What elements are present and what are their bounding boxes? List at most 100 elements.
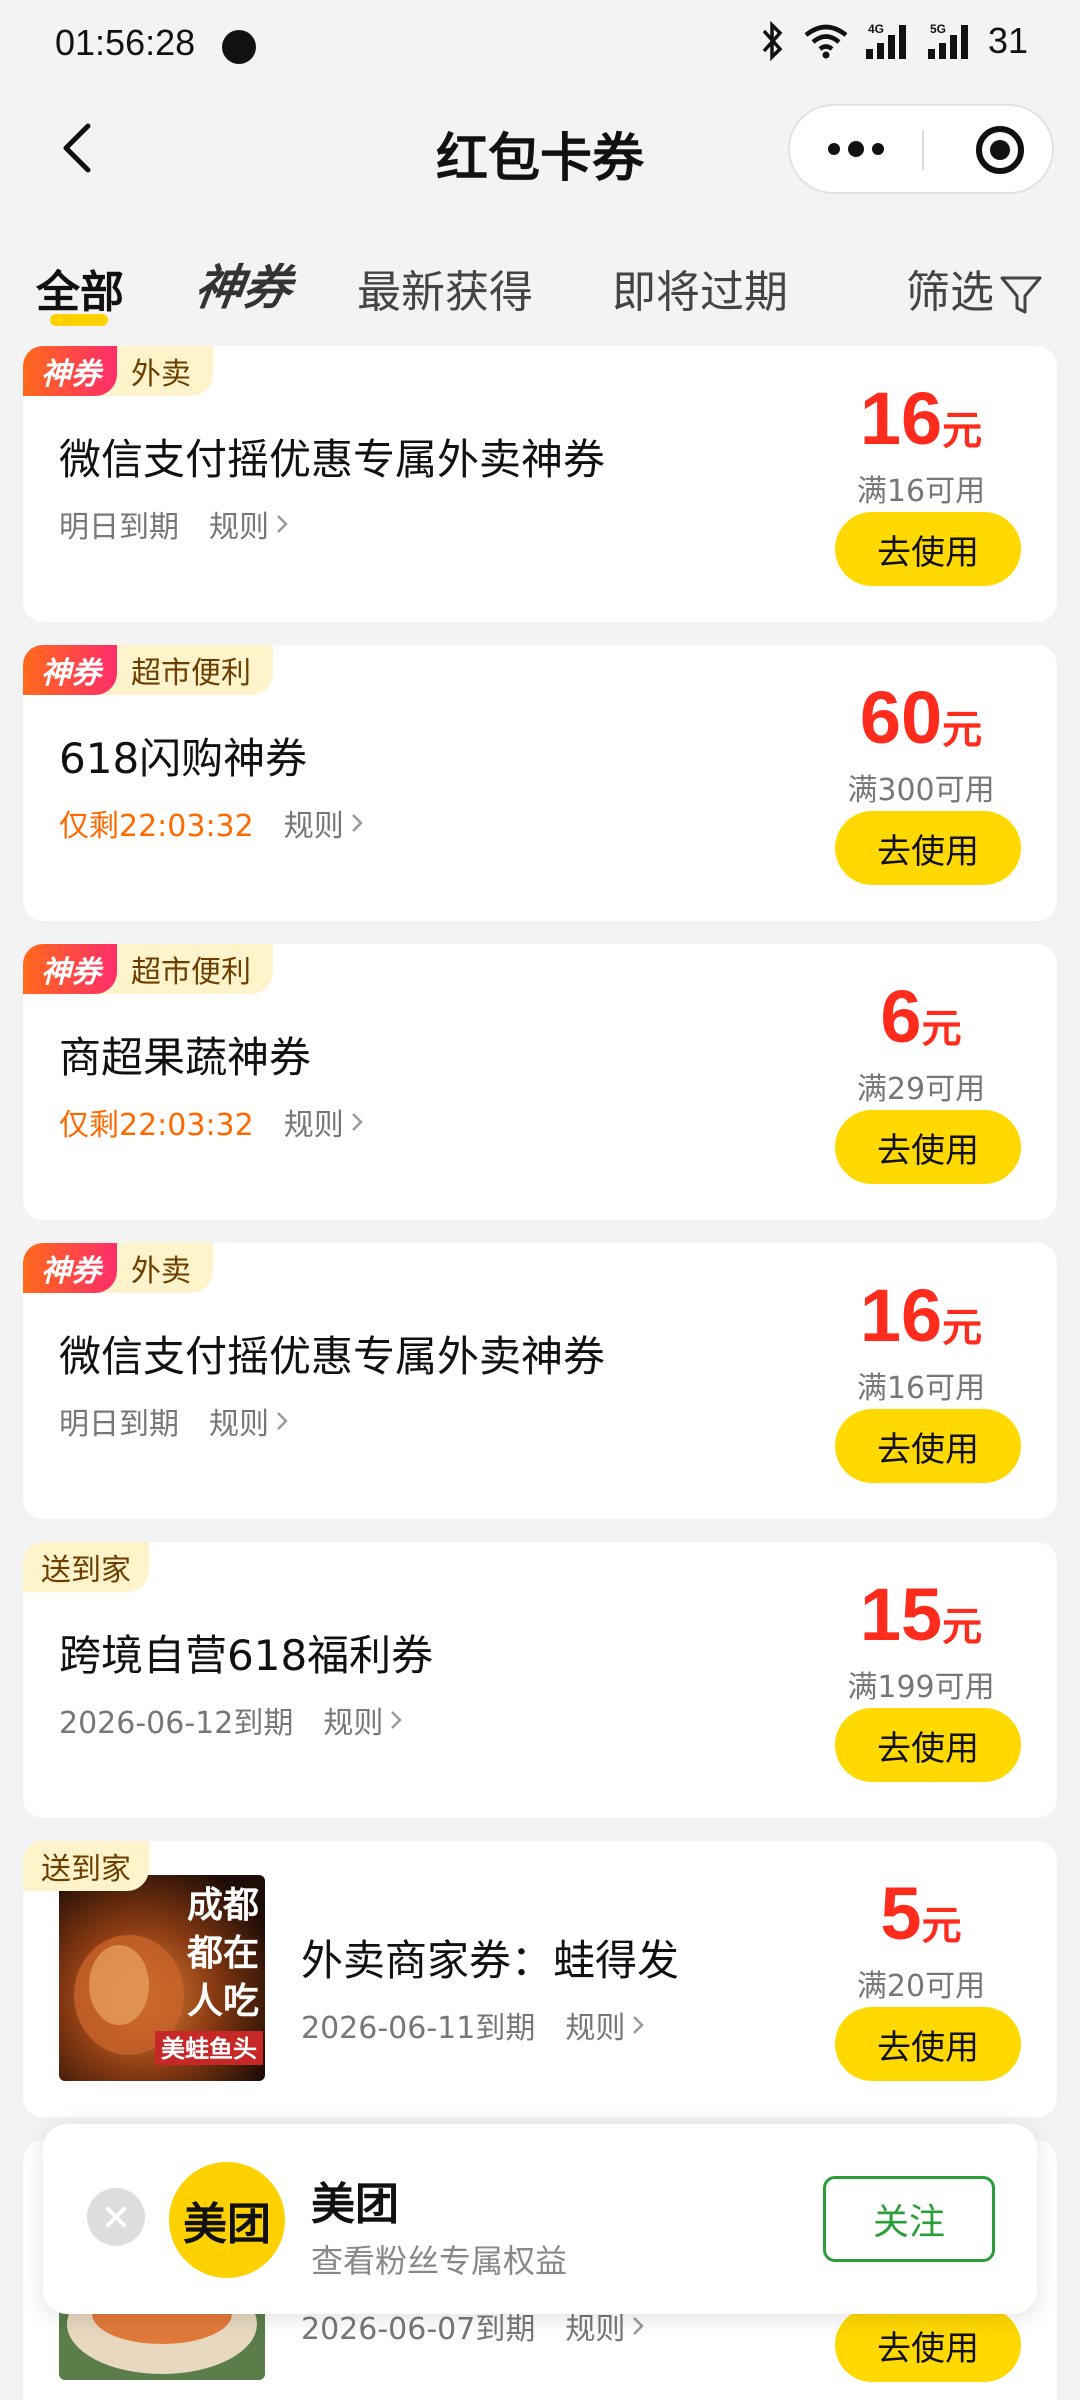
coupon-card[interactable]: 神券 外卖 微信支付摇优惠专属外卖神券 明日到期 规则 16元 满16可用 去使…: [23, 346, 1057, 622]
coupon-tags: 神券 超市便利: [23, 944, 273, 994]
use-button[interactable]: 去使用: [835, 2308, 1021, 2382]
tab-all[interactable]: 全部: [36, 256, 124, 320]
amount-unit: 元: [942, 707, 983, 753]
follow-button[interactable]: 关注: [823, 2176, 995, 2262]
coupon-tags: 神券 超市便利: [23, 645, 273, 695]
coupon-meta: 2026-06-12到期 规则: [59, 1698, 403, 1742]
amount-value: 6: [880, 975, 922, 1058]
coupon-amount: 15元: [821, 1572, 1021, 1657]
popup-description: 查看粉丝专属权益: [311, 2242, 568, 2280]
status-icons: 4G 5G 31: [758, 20, 1028, 62]
coupon-title: 618闪购神券: [59, 734, 308, 783]
amount-value: 60: [859, 676, 943, 759]
use-button[interactable]: 去使用: [835, 512, 1021, 586]
coupon-meta: 仅剩22:03:32 规则: [59, 1100, 364, 1144]
bluetooth-icon: [762, 21, 783, 61]
chevron-right-icon: [351, 1113, 363, 1131]
use-button[interactable]: 去使用: [835, 2007, 1021, 2081]
food-image: 成都 都在 人吃 美蛙鱼头: [59, 1875, 265, 2081]
nav-bar: 红包卡券: [0, 90, 1080, 210]
coupon-title: 微信支付摇优惠专属外卖神券: [59, 435, 606, 484]
coupon-card[interactable]: 成都 都在 人吃 美蛙鱼头 送到家 外卖商家券：蛙得发 2026-06-11到期…: [23, 1841, 1057, 2117]
god-coupon-badge: 神券: [23, 645, 117, 695]
rule-label: 规则: [323, 1706, 384, 1741]
amount-unit: 元: [942, 1604, 983, 1650]
chevron-right-icon: [391, 1711, 403, 1729]
filter-label: 筛选: [906, 267, 994, 318]
more-icon[interactable]: [790, 106, 922, 192]
rule-label: 规则: [565, 2011, 626, 2046]
coupon-title: 微信支付摇优惠专属外卖神券: [59, 1332, 606, 1381]
tab-god-coupon[interactable]: 神券: [191, 248, 297, 318]
rule-link[interactable]: 规则: [565, 2003, 645, 2047]
amount-value: 16: [859, 377, 943, 460]
usage-condition: 满20可用: [856, 1969, 986, 2004]
amount-unit: 元: [942, 1305, 983, 1351]
filter-icon: [1000, 276, 1042, 314]
rule-label: 规则: [283, 809, 344, 844]
usage-condition: 满29可用: [856, 1072, 986, 1107]
rule-label: 规则: [283, 1108, 344, 1143]
countdown-text: 仅剩22:03:32: [59, 809, 254, 844]
amount-value: 16: [859, 1274, 943, 1357]
category-badge: 超市便利: [91, 645, 273, 695]
usage-condition: 满16可用: [856, 474, 986, 509]
close-mini-program-icon[interactable]: [976, 126, 1024, 174]
rule-link[interactable]: 规则: [323, 1698, 403, 1742]
coupon-card[interactable]: 神券 超市便利 商超果蔬神券 仅剩22:03:32 规则 6元 满29可用 去使…: [23, 944, 1057, 1220]
coupon-meta: 2026-06-11到期 规则: [301, 2003, 645, 2047]
coupon-title: 外卖商家券：蛙得发: [301, 1936, 680, 1985]
rule-link[interactable]: 规则: [284, 801, 364, 845]
expiry-text: 2026-06-11到期: [301, 2011, 536, 2046]
coupon-tags: 送到家: [23, 1841, 149, 1891]
coupon-amount: 16元: [821, 376, 1021, 461]
status-bar: 01:56:28 4G 5G 31: [0, 0, 1080, 90]
notification-dot-icon: [222, 30, 256, 64]
rule-link[interactable]: 规则: [209, 502, 289, 546]
close-popup-icon[interactable]: [87, 2188, 145, 2246]
filter-button[interactable]: 筛选: [906, 256, 1044, 320]
coupon-card[interactable]: 送到家 跨境自营618福利券 2026-06-12到期 规则 15元 满199可…: [23, 1542, 1057, 1818]
coupon-title: 跨境自营618福利券: [59, 1631, 434, 1680]
use-button[interactable]: 去使用: [835, 811, 1021, 885]
god-coupon-badge: 神券: [23, 346, 117, 396]
rule-link[interactable]: 规则: [209, 1399, 289, 1443]
brand-name: 美团: [311, 2179, 399, 2230]
svg-text:5G: 5G: [930, 22, 946, 36]
brand-logo: 美团: [169, 2162, 285, 2278]
coupon-card[interactable]: 神券 超市便利 618闪购神券 仅剩22:03:32 规则 60元 满300可用…: [23, 645, 1057, 921]
coupon-amount: 60元: [821, 675, 1021, 760]
tab-expiring[interactable]: 即将过期: [612, 256, 788, 320]
chevron-right-icon: [277, 515, 288, 533]
coupon-tags: 送到家: [23, 1542, 149, 1592]
god-coupon-badge: 神券: [23, 944, 117, 994]
god-coupon-badge: 神券: [23, 1243, 117, 1293]
tab-newest[interactable]: 最新获得: [357, 256, 533, 320]
signal-5g-icon: 5G: [927, 22, 968, 59]
coupon-title: 商超果蔬神券: [59, 1033, 312, 1082]
chevron-right-icon: [351, 814, 363, 832]
countdown-text: 仅剩22:03:32: [59, 1108, 254, 1143]
use-button[interactable]: 去使用: [835, 1409, 1021, 1483]
coupon-card[interactable]: 神券 外卖 微信支付摇优惠专属外卖神券 明日到期 规则 16元 满16可用 去使…: [23, 1243, 1057, 1519]
battery-level: 31: [987, 20, 1028, 61]
use-button[interactable]: 去使用: [835, 1110, 1021, 1184]
rule-link[interactable]: 规则: [284, 1100, 364, 1144]
coupon-meta: 仅剩22:03:32 规则: [59, 801, 364, 845]
usage-condition: 满199可用: [847, 1670, 995, 1705]
capsule-divider: [922, 130, 924, 170]
use-button[interactable]: 去使用: [835, 1708, 1021, 1782]
usage-condition: 满16可用: [856, 1371, 986, 1406]
thumb-line-1: 成都: [187, 1885, 259, 1926]
coupon-amount: 16元: [821, 1273, 1021, 1358]
thumb-line-2: 都在: [186, 1933, 259, 1974]
coupon-meta: 明日到期 规则: [59, 502, 289, 546]
category-badge: 送到家: [23, 1542, 149, 1592]
amount-value: 15: [859, 1573, 943, 1656]
svg-text:4G: 4G: [868, 22, 884, 36]
category-badge: 超市便利: [91, 944, 273, 994]
expiry-text: 2026-06-12到期: [59, 1706, 294, 1741]
rule-label: 规则: [209, 1407, 269, 1442]
amount-unit: 元: [942, 408, 983, 454]
follow-popup: 美团 美团 查看粉丝专属权益 关注: [43, 2124, 1037, 2314]
